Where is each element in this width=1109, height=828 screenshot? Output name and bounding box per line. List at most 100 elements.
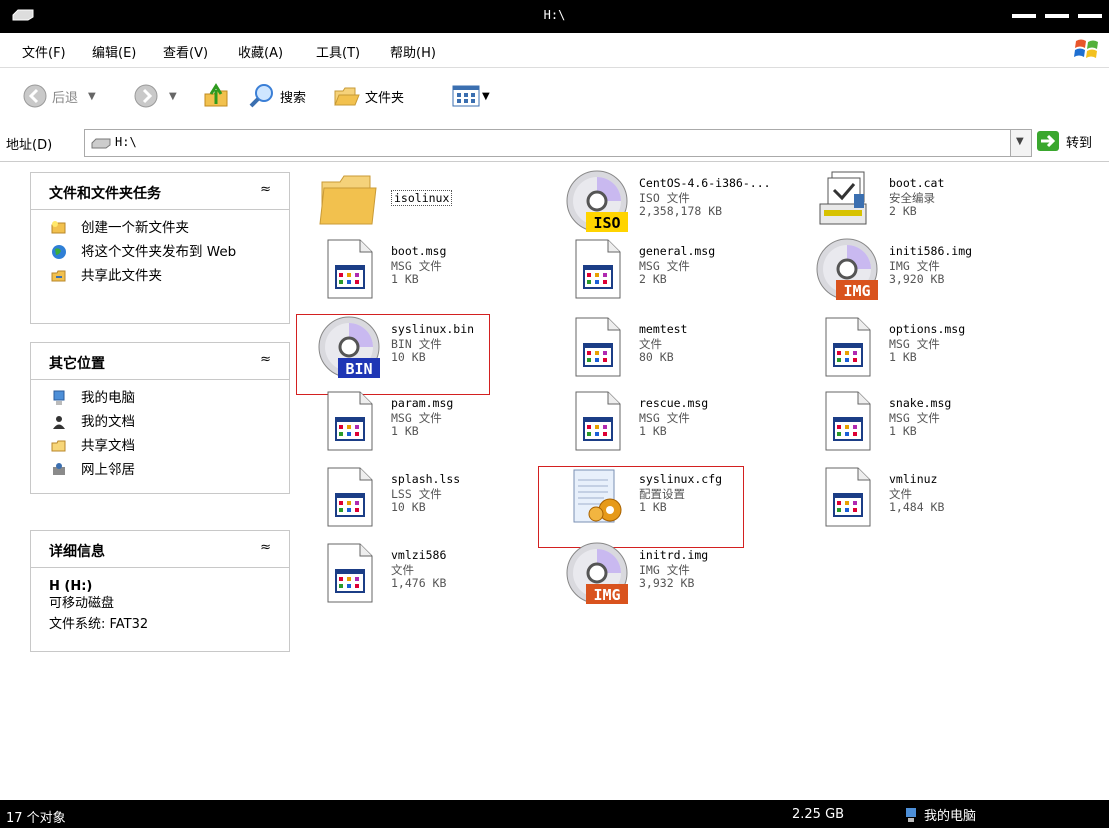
shared-folder-icon [51,440,66,452]
status-location: 我的电脑 [904,805,976,824]
title-bar: H:\ [0,0,1109,33]
file-name: vmlzi586 [391,548,447,562]
place-my-documents-label: 我的文档 [81,414,135,430]
status-bar: 17 个对象 2.25 GB 我的电脑 [0,800,1109,828]
file-name: splash.lss [391,472,461,486]
windows-logo-icon [1074,39,1098,58]
file-tasks-title: 文件和文件夹任务 [49,186,161,202]
bin-disc-icon: BIN [316,314,382,380]
menu-view[interactable]: 查看(V) [163,42,208,61]
file-name: general.msg [639,244,716,258]
details-panel: 详细信息 ≈ H (H:) 可移动磁盘 文件系统: FAT32 [30,530,290,652]
my-computer-icon [53,390,65,405]
place-my-documents[interactable]: 我的文档 [31,413,289,431]
search-button[interactable]: 搜索 [248,80,306,112]
go-arrow-icon [1037,131,1059,151]
window-title: H:\ [543,8,566,22]
toolbar: 后退 ▼ ▼ 搜索 文件夹 ▼ [0,68,1109,126]
my-documents-icon [53,416,65,429]
address-dropdown-button[interactable]: ▼ [1010,130,1031,156]
task-share-folder[interactable]: 共享此文件夹 [31,267,289,285]
file-tasks-panel: 文件和文件夹任务 ≈ 创建一个新文件夹 将这个文件夹发布到 Web 共享此文件夹 [30,172,290,324]
file-item[interactable]: isolinux [316,168,536,234]
file-size: 10 KB [391,350,426,364]
file-item[interactable]: splash.lss LSS 文件 10 KB [316,464,536,530]
generic-file-icon [814,388,880,454]
search-label: 搜索 [280,90,307,106]
other-places-title: 其它位置 [49,356,105,372]
task-publish-web-label: 将这个文件夹发布到 Web [81,244,237,260]
menu-help[interactable]: 帮助(H) [390,42,436,61]
forward-button[interactable]: ▼ [133,80,177,112]
place-my-computer[interactable]: 我的电脑 [31,389,289,407]
collapse-icon[interactable]: ≈ [260,352,271,367]
menu-tools[interactable]: 工具(T) [316,42,360,61]
file-item[interactable]: boot.cat 安全编录 2 KB [814,168,1034,234]
file-item[interactable]: options.msg MSG 文件 1 KB [814,314,1034,380]
other-places-panel: 其它位置 ≈ 我的电脑 我的文档 共享文档 网上邻居 [30,342,290,494]
generic-file-icon [316,388,382,454]
file-item[interactable]: general.msg MSG 文件 2 KB [564,236,784,302]
img-disc-icon: IMG [814,236,880,302]
svg-text:IMG: IMG [593,586,620,604]
place-my-computer-label: 我的电脑 [81,390,135,406]
address-value: H:\ [115,135,137,149]
file-item[interactable]: IMG initi586.img IMG 文件 3,920 KB [814,236,1034,302]
free-space: 2.25 GB [792,807,845,822]
config-file-icon [564,464,630,530]
menu-file[interactable]: 文件(F) [22,42,66,61]
close-button[interactable] [1078,14,1102,18]
file-size: 80 KB [639,350,674,364]
task-new-folder[interactable]: 创建一个新文件夹 [31,219,289,237]
place-shared-documents[interactable]: 共享文档 [31,437,289,455]
up-folder-button[interactable] [202,80,230,112]
file-item[interactable]: IMG initrd.img IMG 文件 3,932 KB [564,540,784,606]
place-network[interactable]: 网上邻居 [31,461,289,479]
file-name: syslinux.bin [391,322,475,336]
file-tasks-header[interactable]: 文件和文件夹任务 ≈ [31,173,289,210]
file-item[interactable]: boot.msg MSG 文件 1 KB [316,236,536,302]
views-dropdown-icon[interactable]: ▼ [482,91,490,102]
folders-button[interactable]: 文件夹 [333,80,404,112]
address-input[interactable]: H:\ ▼ [84,129,1032,157]
file-size: 1 KB [889,424,917,438]
file-item[interactable]: vmlzi586 文件 1,476 KB [316,540,536,606]
share-folder-icon [51,270,66,282]
generic-file-icon [564,236,630,302]
forward-dropdown-icon[interactable]: ▼ [169,91,177,102]
status-location-label: 我的电脑 [924,809,977,824]
file-item[interactable]: param.msg MSG 文件 1 KB [316,388,536,454]
iso-disc-icon: ISO [564,168,630,234]
collapse-icon[interactable]: ≈ [260,540,271,555]
file-item[interactable]: ISO CentOS-4.6-i386-... ISO 文件 2,358,178 KB [564,168,784,234]
file-size: 3,920 KB [889,272,945,286]
collapse-icon[interactable]: ≈ [260,182,271,197]
file-item[interactable]: rescue.msg MSG 文件 1 KB [564,388,784,454]
file-item[interactable]: syslinux.cfg 配置设置 1 KB [564,464,784,530]
file-item[interactable]: vmlinuz 文件 1,484 KB [814,464,1034,530]
views-button[interactable]: ▼ [452,80,490,112]
address-bar: 地址(D) H:\ ▼ 转到 [0,125,1109,162]
other-places-header[interactable]: 其它位置 ≈ [31,343,289,380]
maximize-button[interactable] [1045,14,1069,18]
search-icon [249,84,273,108]
details-header[interactable]: 详细信息 ≈ [31,531,289,568]
minimize-button[interactable] [1012,14,1036,18]
go-button[interactable]: 转到 [1036,130,1092,152]
menu-edit[interactable]: 编辑(E) [92,42,136,61]
file-list-area: isolinux ISO CentOS-4.6-i386-... ISO 文件 2,35… [296,162,1109,800]
file-item[interactable]: memtest 文件 80 KB [564,314,784,380]
svg-text:BIN: BIN [345,360,372,378]
file-item[interactable]: BIN syslinux.bin BIN 文件 10 KB [316,314,536,380]
back-button[interactable]: 后退 ▼ [22,80,96,112]
file-size: 1 KB [889,350,917,364]
views-icon [452,85,480,107]
menu-favorites[interactable]: 收藏(A) [238,42,283,61]
svg-text:ISO: ISO [593,214,620,232]
file-name: initrd.img [639,548,709,562]
back-dropdown-icon[interactable]: ▼ [88,91,96,102]
task-publish-web[interactable]: 将这个文件夹发布到 Web [31,243,289,261]
file-item[interactable]: snake.msg MSG 文件 1 KB [814,388,1034,454]
svg-text:IMG: IMG [843,282,870,300]
globe-icon [52,245,66,259]
